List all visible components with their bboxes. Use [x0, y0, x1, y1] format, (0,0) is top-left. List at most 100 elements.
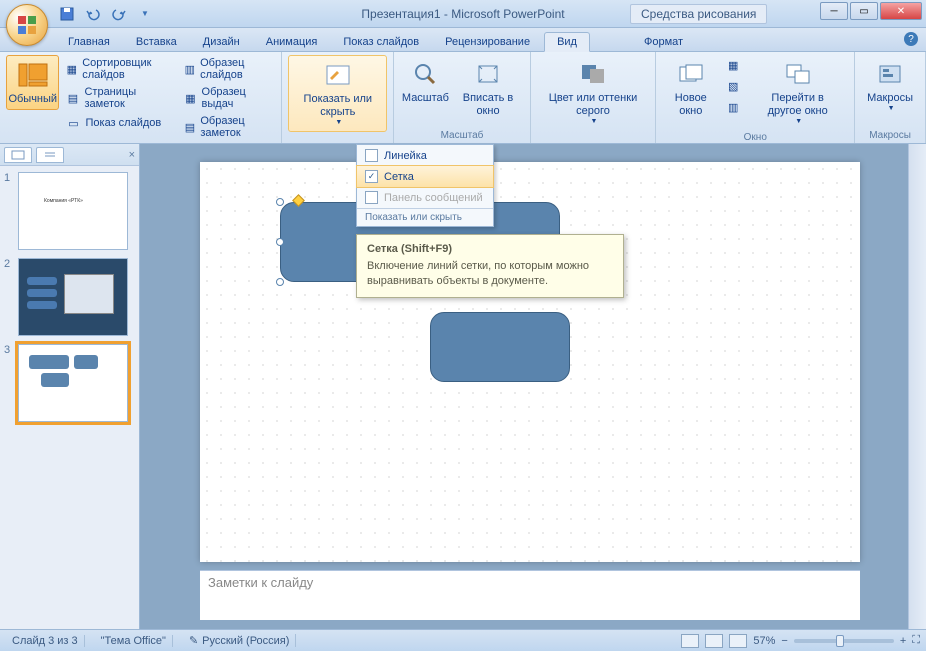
tab-review[interactable]: Рецензирование	[433, 33, 542, 51]
switch-window-button[interactable]: Перейти в другое окно▼	[747, 55, 848, 130]
cascade-button[interactable]: ▧	[721, 76, 745, 96]
qat-customize-icon[interactable]: ▼	[134, 3, 156, 25]
undo-button[interactable]	[82, 3, 104, 25]
resize-handle[interactable]	[276, 238, 284, 246]
checkbox-icon	[365, 191, 378, 204]
thumbnail-tabs: ×	[0, 144, 139, 166]
slideshow-view-icon[interactable]	[729, 634, 747, 648]
show-hide-icon	[322, 59, 354, 91]
tab-slideshow[interactable]: Показ слайдов	[331, 33, 431, 51]
notes-icon: ▤	[65, 90, 80, 106]
slide-master-button[interactable]: ▥Образец слайдов	[179, 55, 275, 83]
zoom-slider[interactable]	[794, 639, 894, 643]
status-language[interactable]: ✎Русский (Россия)	[183, 634, 297, 647]
tooltip-title: Сетка (Shift+F9)	[367, 243, 613, 255]
tab-animation[interactable]: Анимация	[254, 33, 330, 51]
thumbnail-close-icon[interactable]: ×	[129, 149, 135, 161]
slide-thumbnail-3[interactable]	[18, 344, 128, 422]
save-button[interactable]	[56, 3, 78, 25]
thumbnail-row: 3	[4, 344, 135, 422]
master-icon: ▥	[183, 61, 196, 77]
vertical-scrollbar[interactable]	[908, 144, 926, 629]
notes-pages-button[interactable]: ▤Страницы заметок	[61, 84, 177, 112]
dropdown-ruler[interactable]: Линейка	[357, 145, 493, 166]
thumb-number: 1	[4, 172, 14, 250]
slides-tab[interactable]	[4, 147, 32, 163]
split-button[interactable]: ▥	[721, 97, 745, 117]
tab-home[interactable]: Главная	[56, 33, 122, 51]
slide-thumbnail-1[interactable]: Компания «РТК»	[18, 172, 128, 250]
zoom-thumb[interactable]	[836, 635, 844, 647]
slideshow-icon: ▭	[65, 115, 81, 131]
zoom-in-button[interactable]: +	[900, 635, 906, 647]
fit-to-window-icon[interactable]: ⛶	[912, 634, 920, 647]
fit-window-button[interactable]: Вписать в окно	[452, 55, 523, 121]
slide-canvas[interactable]	[200, 162, 860, 562]
normal-view-button[interactable]: Обычный	[6, 55, 59, 110]
thumbnail-list: 1 Компания «РТК» 2 3	[0, 166, 139, 629]
slide-sorter-button[interactable]: ▦Сортировщик слайдов	[61, 55, 177, 83]
dropdown-grid[interactable]: ✓Сетка	[356, 165, 494, 188]
tab-view[interactable]: Вид	[544, 32, 590, 52]
maximize-button[interactable]: ▭	[850, 2, 878, 20]
notes-pane[interactable]: Заметки к слайду	[200, 570, 860, 620]
group-label-showhide	[288, 132, 387, 145]
resize-handle[interactable]	[276, 278, 284, 286]
help-icon[interactable]: ?	[904, 32, 918, 46]
normal-view-icon[interactable]	[681, 634, 699, 648]
switch-label: Перейти в другое окно	[753, 92, 842, 118]
arrange-all-button[interactable]: ▦	[721, 55, 745, 75]
new-window-button[interactable]: Новое окно	[662, 55, 719, 121]
slide-editor: Заметки к слайду	[140, 144, 926, 629]
redo-button[interactable]	[108, 3, 130, 25]
macros-label: Макросы	[867, 92, 913, 105]
zoom-value[interactable]: 57%	[753, 635, 775, 647]
status-bar: Слайд 3 из 3 "Тема Office" ✎Русский (Рос…	[0, 629, 926, 651]
title-bar: ▼ Презентация1 - Microsoft PowerPoint Ср…	[0, 0, 926, 28]
cascade-icon: ▧	[725, 78, 741, 94]
status-theme[interactable]: "Тема Office"	[95, 635, 173, 647]
shape-rounded-rect-2[interactable]	[430, 312, 570, 382]
tab-design[interactable]: Дизайн	[191, 33, 252, 51]
office-button[interactable]	[6, 4, 48, 46]
spell-icon: ✎	[189, 634, 198, 647]
handout-master-button[interactable]: ▦Образец выдач	[179, 84, 275, 112]
minimize-button[interactable]: ─	[820, 2, 848, 20]
macros-button[interactable]: Макросы▼	[861, 55, 919, 117]
resize-handle[interactable]	[276, 198, 284, 206]
status-slide-number[interactable]: Слайд 3 из 3	[6, 635, 85, 647]
group-show-hide: Показать или скрыть▼	[282, 52, 394, 143]
zoom-button[interactable]: Масштаб	[400, 55, 450, 108]
chevron-down-icon: ▼	[591, 118, 598, 126]
chevron-down-icon: ▼	[888, 105, 895, 113]
tab-format[interactable]: Формат	[632, 33, 695, 51]
dropdown-footer: Показать или скрыть	[357, 208, 493, 226]
color-grayscale-button[interactable]: Цвет или оттенки серого▼	[537, 55, 650, 130]
notes-placeholder: Заметки к слайду	[208, 575, 313, 590]
thumbnail-row: 1 Компания «РТК»	[4, 172, 135, 250]
group-presentation-views: Обычный ▦Сортировщик слайдов ▤Страницы з…	[0, 52, 282, 143]
group-window: Новое окно ▦ ▧ ▥ Перейти в другое окно▼ …	[656, 52, 855, 143]
fit-icon	[472, 58, 504, 90]
thumb-number: 3	[4, 344, 14, 422]
close-button[interactable]: ✕	[880, 2, 922, 20]
show-hide-button[interactable]: Показать или скрыть▼	[288, 55, 387, 132]
notes-master-button[interactable]: ▤Образец заметок	[179, 113, 275, 141]
outline-tab[interactable]	[36, 147, 64, 163]
slide-thumbnail-2[interactable]	[18, 258, 128, 336]
slideshow-button[interactable]: ▭Показ слайдов	[61, 113, 177, 133]
zoom-out-button[interactable]: −	[781, 635, 787, 647]
normal-view-label: Обычный	[8, 93, 57, 106]
sorter-view-icon[interactable]	[705, 634, 723, 648]
group-macros: Макросы▼ Макросы	[855, 52, 926, 143]
group-label-zoom: Масштаб	[400, 128, 523, 141]
notes-master-icon: ▤	[183, 119, 196, 135]
zoom-icon	[409, 58, 441, 90]
group-label-color	[537, 130, 650, 143]
handout-icon: ▦	[183, 90, 197, 106]
thumbnail-row: 2	[4, 258, 135, 336]
zoom-label: Масштаб	[402, 92, 449, 105]
thumb-number: 2	[4, 258, 14, 336]
ribbon: Обычный ▦Сортировщик слайдов ▤Страницы з…	[0, 52, 926, 144]
tab-insert[interactable]: Вставка	[124, 33, 189, 51]
